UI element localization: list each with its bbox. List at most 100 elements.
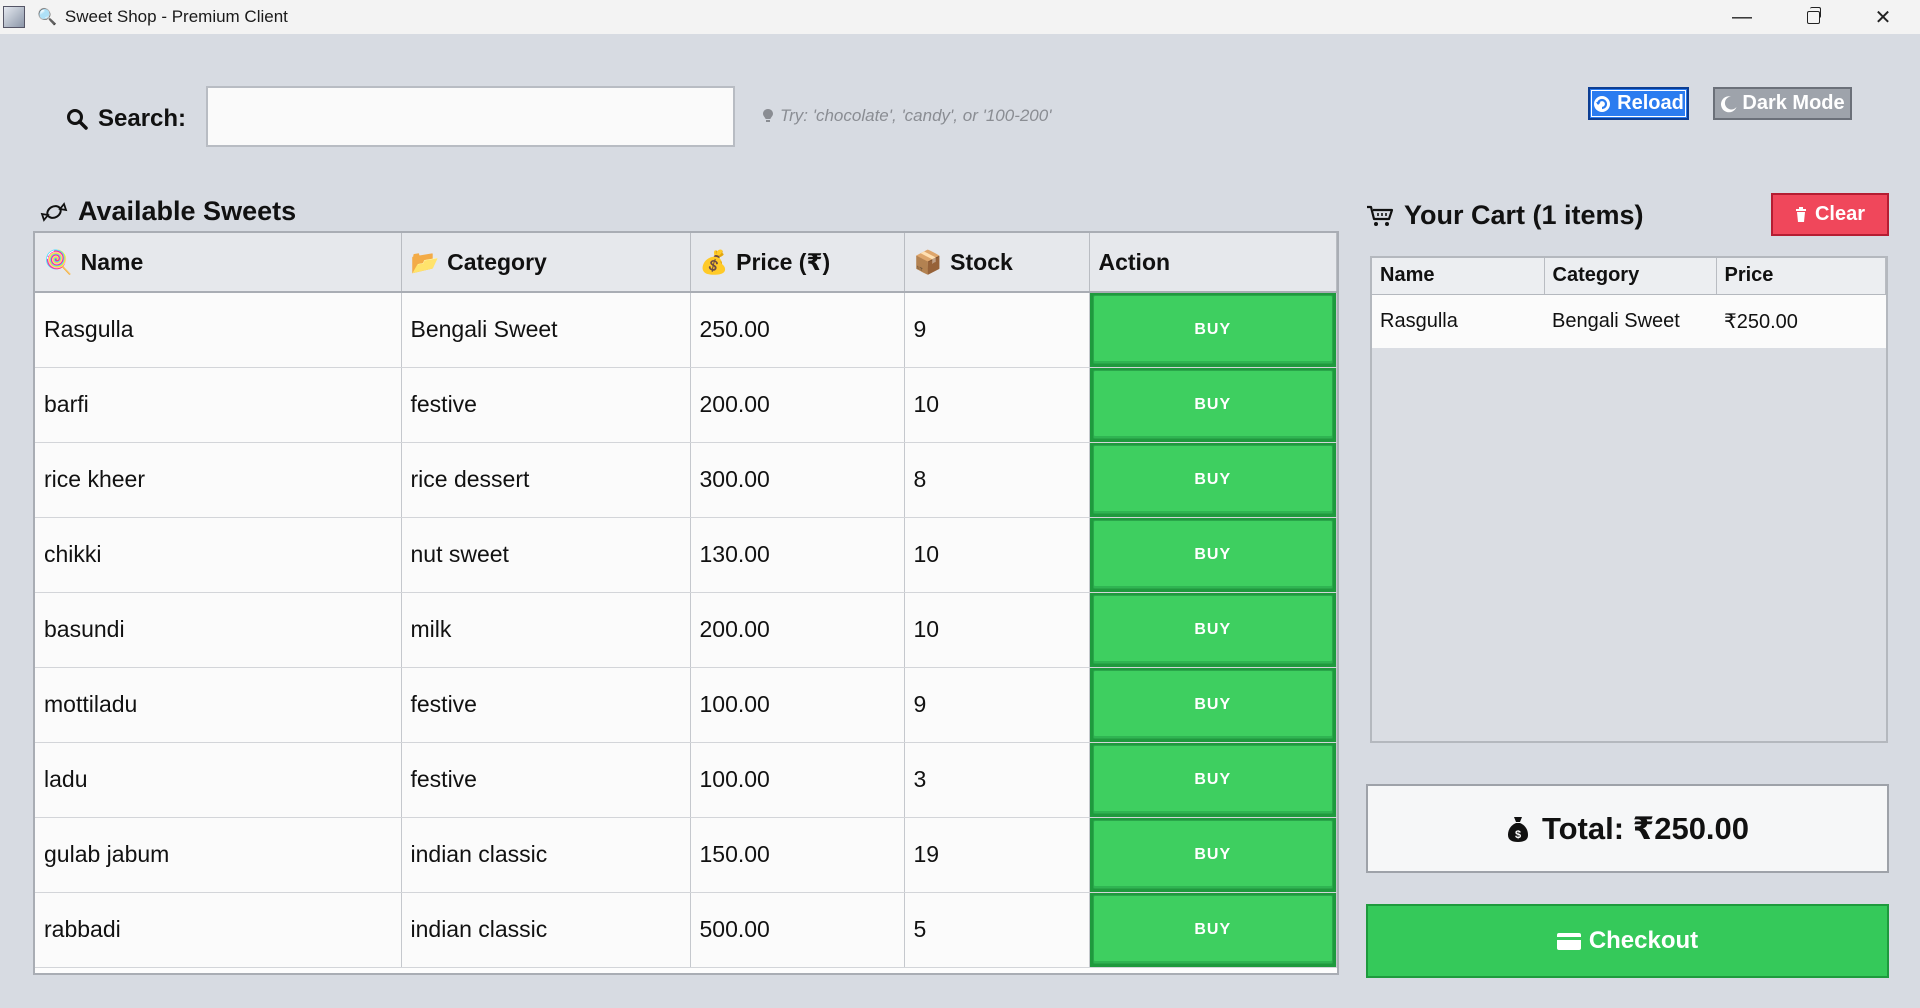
cell-price: 250.00 (690, 292, 905, 368)
cell-name: basundi (35, 592, 402, 668)
lightbulb-icon (763, 109, 773, 122)
cell-stock: 9 (904, 667, 1090, 743)
cart-row[interactable]: Rasgulla Bengali Sweet ₹250.00 (1372, 294, 1886, 348)
cart-header-row: Name Category Price (1372, 258, 1886, 295)
column-header-name[interactable]: 🍭 Name (35, 233, 402, 293)
cell-category: festive (401, 367, 691, 443)
buy-button[interactable]: BUY (1092, 595, 1333, 664)
cell-price: 500.00 (690, 892, 905, 968)
restore-icon (1806, 6, 1821, 24)
cell-name: Rasgulla (35, 292, 402, 368)
cell-stock: 9 (904, 292, 1090, 368)
cart-section-title: Your Cart (1 items) (1366, 200, 1644, 231)
cart-column-price[interactable]: Price (1716, 258, 1886, 295)
cell-name: chikki (35, 517, 402, 593)
cell-price: 100.00 (690, 667, 905, 743)
close-button[interactable]: ✕ (1848, 0, 1918, 34)
cell-category: Bengali Sweet (401, 292, 691, 368)
cell-action: BUY (1089, 442, 1337, 518)
cell-stock: 3 (904, 742, 1090, 818)
cell-action: BUY (1089, 367, 1337, 443)
table-row[interactable]: basundi milk 200.00 10 BUY (35, 592, 1337, 668)
close-icon: ✕ (1874, 6, 1892, 29)
search-label-text: Search: (98, 105, 187, 132)
cart-cell-price: ₹250.00 (1716, 294, 1886, 348)
minimize-button[interactable]: — (1707, 0, 1777, 34)
checkout-button[interactable]: Checkout (1366, 904, 1889, 978)
table-row[interactable]: gulab jabum indian classic 150.00 19 BUY (35, 817, 1337, 893)
checkout-label: Checkout (1588, 927, 1699, 954)
cell-stock: 10 (904, 367, 1090, 443)
search-input[interactable] (206, 86, 735, 147)
cell-price: 300.00 (690, 442, 905, 518)
cell-category: festive (401, 667, 691, 743)
table-row[interactable]: ladu festive 100.00 3 BUY (35, 742, 1337, 818)
buy-button[interactable]: BUY (1092, 370, 1333, 439)
moon-icon (1721, 95, 1737, 112)
buy-button[interactable]: BUY (1092, 295, 1333, 365)
cell-stock: 8 (904, 442, 1090, 518)
cart-cell-name: Rasgulla (1372, 294, 1544, 348)
cell-price: 100.00 (690, 742, 905, 818)
maximize-button[interactable] (1778, 0, 1848, 34)
sweets-title-text: Available Sweets (78, 196, 297, 226)
money-bag-icon: 💰 (699, 248, 729, 275)
cell-stock: 5 (904, 892, 1090, 968)
cell-category: nut sweet (401, 517, 691, 593)
cell-price: 150.00 (690, 817, 905, 893)
minimize-icon: — (1732, 5, 1752, 28)
cell-action: BUY (1089, 667, 1337, 743)
column-header-category[interactable]: 📂 Category (401, 233, 691, 293)
cart-table: Name Category Price Rasgulla Bengali Swe… (1370, 256, 1888, 743)
buy-button[interactable]: BUY (1092, 520, 1333, 589)
cart-title-text: Your Cart (1 items) (1404, 200, 1644, 230)
cell-action: BUY (1089, 517, 1337, 593)
credit-card-icon (1556, 932, 1581, 950)
folder-icon: 📂 (410, 248, 440, 275)
cell-name: mottiladu (35, 667, 402, 743)
column-header-price[interactable]: 💰 Price (₹) (690, 233, 905, 293)
search-icon (67, 109, 88, 130)
column-header-stock[interactable]: 📦 Stock (904, 233, 1090, 293)
title-bar: 🔍 Sweet Shop - Premium Client (0, 0, 1920, 34)
buy-button[interactable]: BUY (1092, 820, 1333, 889)
cell-name: ladu (35, 742, 402, 818)
cell-action: BUY (1089, 592, 1337, 668)
reload-label: Reload (1617, 92, 1684, 114)
search-hint-text: Try: 'chocolate', 'candy', or '100-200' (780, 106, 1052, 125)
table-row[interactable]: chikki nut sweet 130.00 10 BUY (35, 517, 1337, 593)
buy-button[interactable]: BUY (1092, 445, 1333, 514)
cart-column-category[interactable]: Category (1544, 258, 1717, 295)
clear-cart-button[interactable]: Clear (1771, 193, 1889, 236)
trash-icon (1795, 206, 1806, 222)
svg-text:$: $ (1515, 829, 1521, 841)
cart-cell-category: Bengali Sweet (1544, 294, 1716, 348)
money-bag-icon: $ (1507, 816, 1528, 842)
buy-button[interactable]: BUY (1092, 670, 1333, 739)
reload-button[interactable]: Reload (1588, 87, 1689, 120)
clear-label: Clear (1814, 203, 1866, 225)
table-row[interactable]: mottiladu festive 100.00 9 BUY (35, 667, 1337, 743)
buy-button[interactable]: BUY (1092, 895, 1333, 964)
table-row[interactable]: Rasgulla Bengali Sweet 250.00 9 BUY (35, 292, 1337, 368)
box-icon: 📦 (913, 248, 943, 275)
cart-column-name[interactable]: Name (1372, 258, 1545, 295)
cell-price: 130.00 (690, 517, 905, 593)
window-title: Sweet Shop - Premium Client (64, 7, 288, 26)
dark-mode-button[interactable]: Dark Mode (1713, 87, 1852, 120)
column-header-action[interactable]: Action (1089, 233, 1337, 293)
buy-button[interactable]: BUY (1092, 745, 1333, 814)
table-row[interactable]: rabbadi indian classic 500.00 5 BUY (35, 892, 1337, 968)
cell-category: milk (401, 592, 691, 668)
cell-action: BUY (1089, 742, 1337, 818)
app-icon (3, 6, 25, 28)
cell-name: rabbadi (35, 892, 402, 968)
cell-category: rice dessert (401, 442, 691, 518)
cell-category: indian classic (401, 817, 691, 893)
sweets-table: 🍭 Name 📂 Category 💰 Price (₹) 📦 Stock Action… (33, 231, 1339, 975)
table-row[interactable]: barfi festive 200.00 10 BUY (35, 367, 1337, 443)
cell-name: gulab jabum (35, 817, 402, 893)
cell-stock: 19 (904, 817, 1090, 893)
cell-stock: 10 (904, 592, 1090, 668)
table-row[interactable]: rice kheer rice dessert 300.00 8 BUY (35, 442, 1337, 518)
